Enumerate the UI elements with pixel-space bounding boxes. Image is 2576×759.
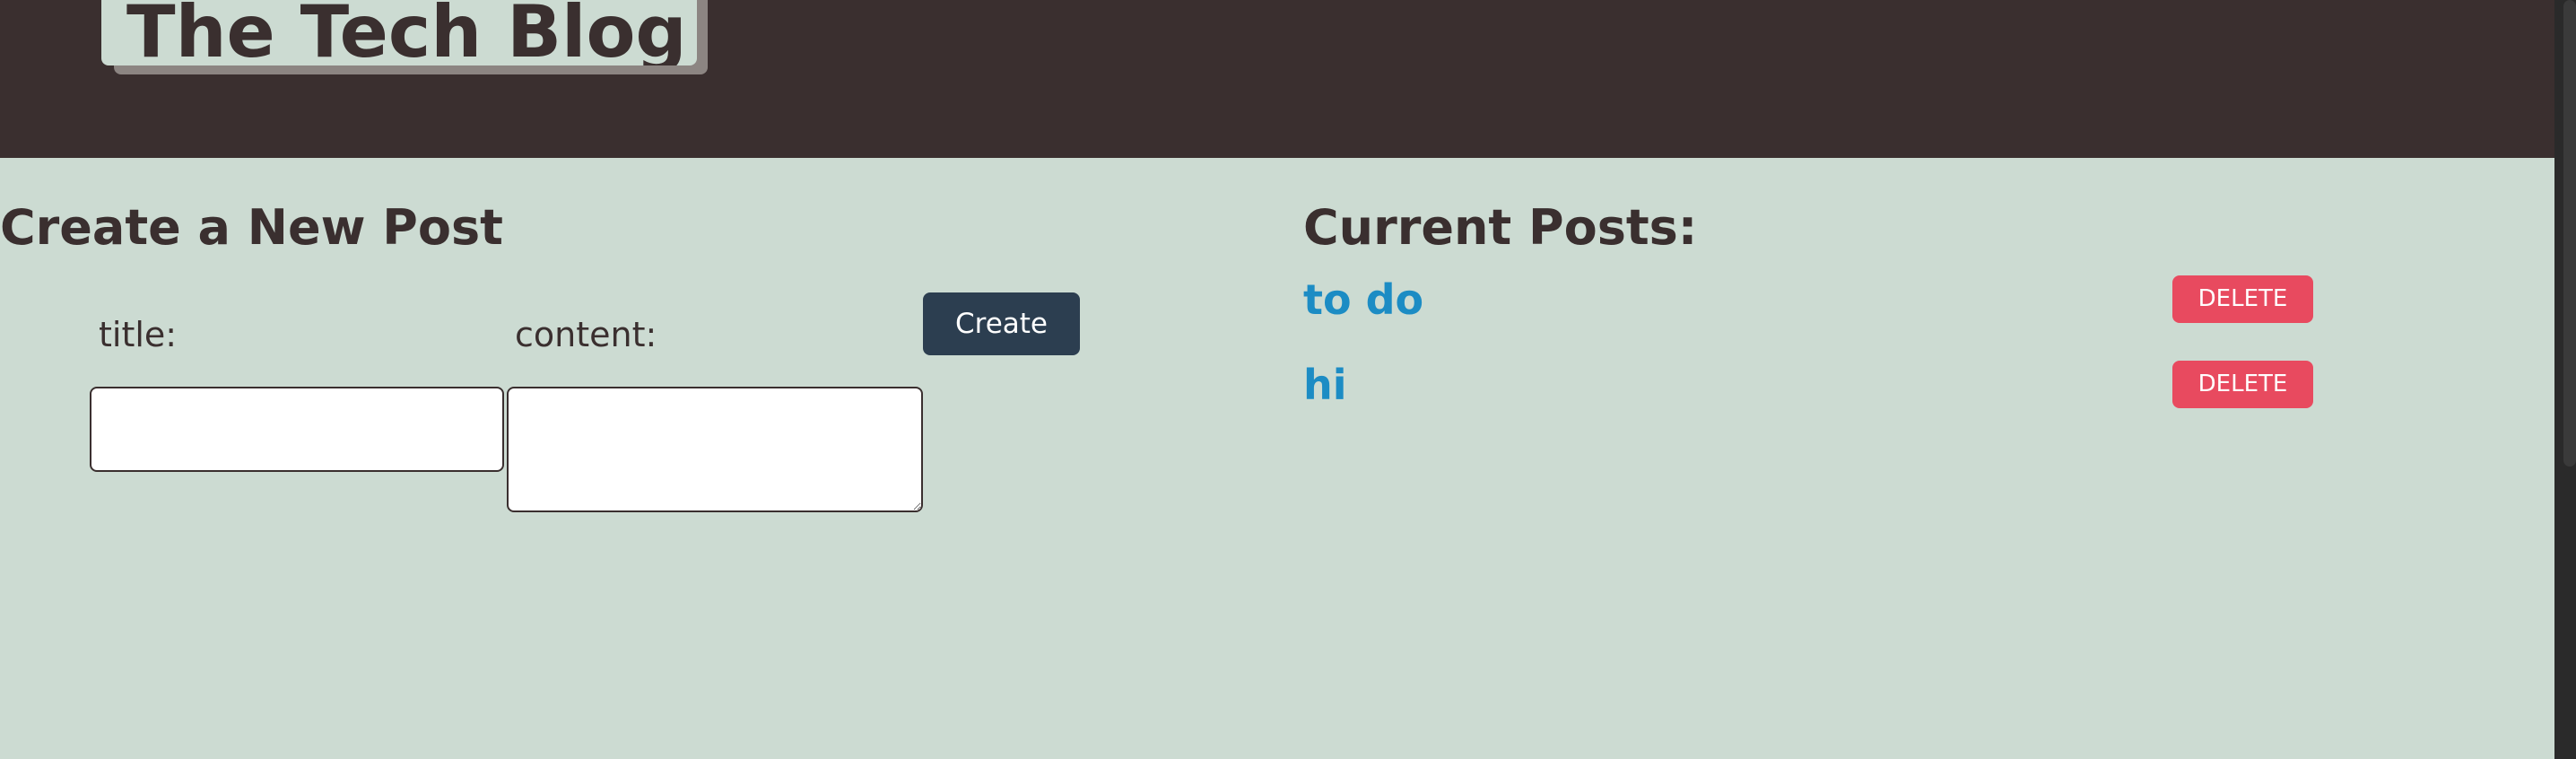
post-title-link[interactable]: to do <box>1303 273 1423 327</box>
scrollbar-thumb[interactable] <box>2563 0 2576 467</box>
post-title-link[interactable]: hi <box>1303 358 1347 412</box>
create-post-heading: Create a New Post <box>0 199 503 256</box>
title-input[interactable] <box>90 387 504 472</box>
content-textarea[interactable] <box>507 387 923 512</box>
delete-post-button[interactable]: DELETE <box>2172 361 2313 408</box>
site-header: The Tech Blog <box>0 0 2554 158</box>
page: The Tech Blog Create a New Post title: c… <box>0 0 2554 759</box>
post-item: hi DELETE <box>1303 358 2313 412</box>
delete-post-button[interactable]: DELETE <box>2172 275 2313 323</box>
title-label: title: <box>99 315 178 354</box>
content-label: content: <box>515 315 657 354</box>
post-item: to do DELETE <box>1303 273 2313 327</box>
current-posts-heading: Current Posts: <box>1303 199 1698 256</box>
site-brand[interactable]: The Tech Blog <box>101 0 697 65</box>
create-button[interactable]: Create <box>923 292 1080 355</box>
